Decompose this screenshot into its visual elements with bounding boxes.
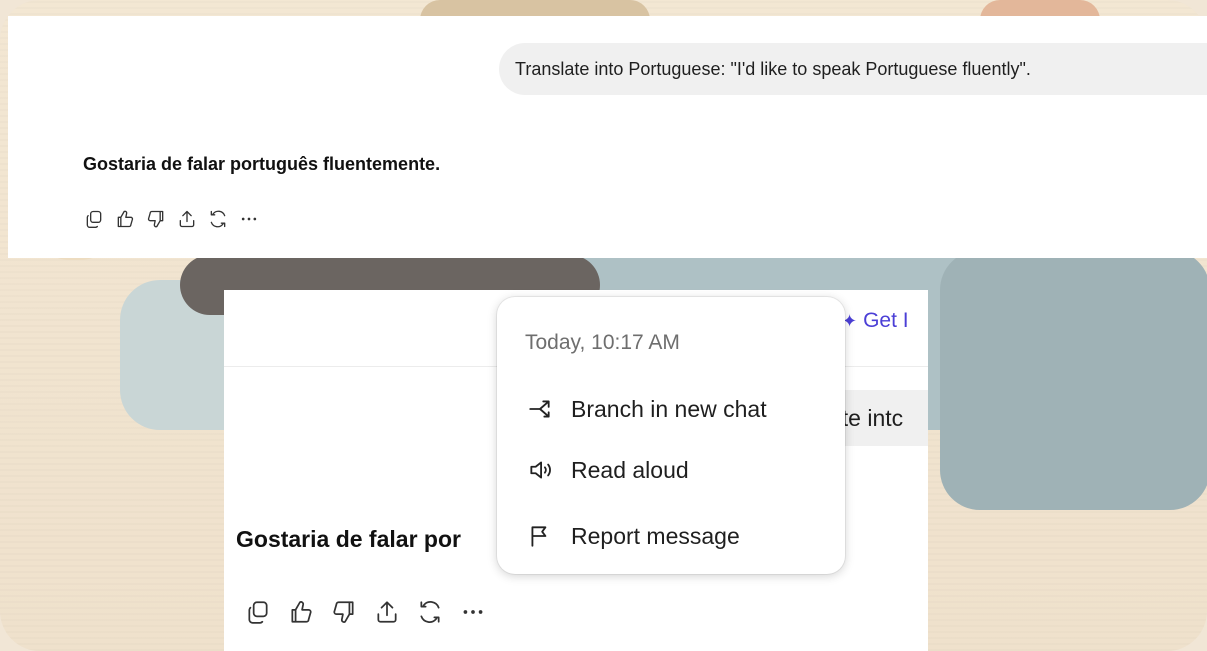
thumbs-down-button[interactable] <box>322 592 365 632</box>
more-options-button[interactable] <box>233 203 264 235</box>
regenerate-button[interactable] <box>408 592 451 632</box>
menu-item-label: Report message <box>571 522 740 549</box>
thumbs-down-button[interactable] <box>140 203 171 235</box>
message-timestamp: Today, 10:17 AM <box>525 331 680 354</box>
regenerate-icon <box>210 210 225 228</box>
copy-button[interactable] <box>236 592 279 632</box>
user-message-bubble: Translate into Portuguese: "I'd like to … <box>499 43 1207 95</box>
share-icon <box>179 210 194 228</box>
get-plus-link[interactable]: ✦ Get I <box>842 309 909 333</box>
message-action-bar <box>78 203 264 235</box>
speaker-icon <box>530 461 551 479</box>
menu-item-read-aloud[interactable]: Read aloud <box>497 442 845 498</box>
thumbs-down-icon <box>332 601 354 623</box>
thumbs-up-icon <box>117 210 133 228</box>
regenerate-button[interactable] <box>202 203 233 235</box>
assistant-message: Gostaria de falar português fluentemente… <box>83 154 441 174</box>
share-button[interactable] <box>365 592 408 632</box>
thumbs-up-icon <box>290 601 312 623</box>
share-button[interactable] <box>171 203 202 235</box>
flag-icon <box>531 526 547 547</box>
regenerate-icon <box>419 601 440 623</box>
thumbs-up-button[interactable] <box>279 592 322 632</box>
thumbs-down-icon <box>147 210 163 228</box>
more-icon <box>463 610 482 614</box>
menu-item-label: Branch in new chat <box>571 395 767 422</box>
menu-item-report-message[interactable]: Report message <box>497 508 845 564</box>
more-options-button[interactable] <box>451 592 494 632</box>
more-icon <box>241 217 256 221</box>
message-context-menu: Today, 10:17 AM Branch in new chat Read … <box>497 297 845 574</box>
menu-item-label: Read aloud <box>571 456 689 483</box>
branch-icon <box>529 400 550 418</box>
copy-button[interactable] <box>78 203 109 235</box>
message-action-bar-zoomed <box>236 592 494 632</box>
chat-panel: Translate into Portuguese: "I'd like to … <box>8 16 1207 258</box>
copy-icon <box>247 601 268 624</box>
get-plus-label: Get I <box>863 309 909 332</box>
assistant-message-zoomed: Gostaria de falar por <box>236 526 461 552</box>
menu-item-branch-in-new-chat[interactable]: Branch in new chat <box>497 381 845 437</box>
thumbs-up-button[interactable] <box>109 203 140 235</box>
copy-icon <box>86 210 101 228</box>
share-icon <box>376 601 397 623</box>
